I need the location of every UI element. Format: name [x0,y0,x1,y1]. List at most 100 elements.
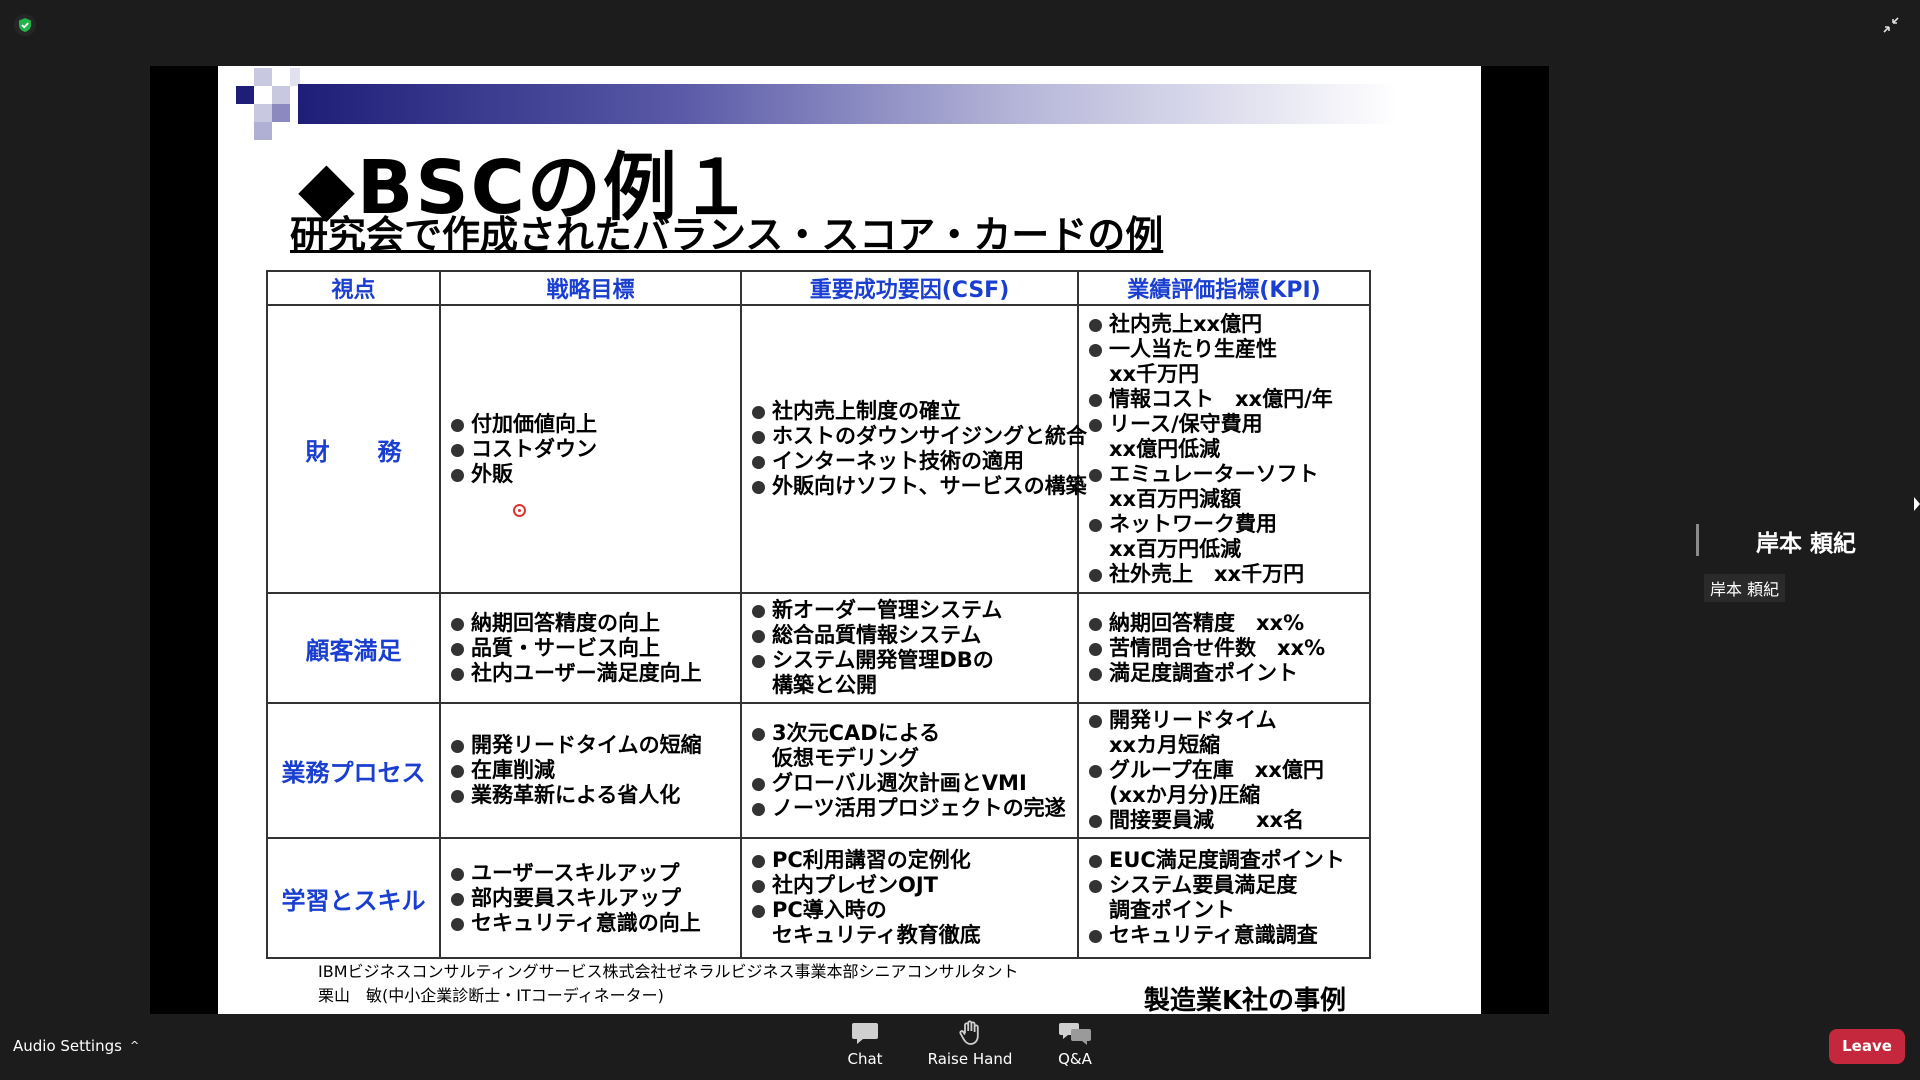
objectives-cell: 納期回答精度の向上 品質・サービス向上 社内ユーザー満足度向上 [439,592,742,704]
column-header: 重要成功要因(CSF) [740,270,1079,306]
bsc-table: 視点 戦略目標 重要成功要因(CSF) 業績評価指標(KPI) 財 務 付加価値… [266,270,1371,959]
list-item: 一人当たり生産性 [1087,337,1361,362]
list-item: システム開発管理DBの [750,648,1069,673]
slide-subtitle: 研究会で作成されたバランス・スコア・カードの例 [290,213,1164,257]
presentation-slide: ◆BSCの例１ 研究会で作成されたバランス・スコア・カードの例 視点 戦略目標 … [218,66,1481,1014]
list-item: 社内売上制度の確立 [750,399,1069,424]
kpi-cell: 開発リードタイム xxカ月短縮 グループ在庫 xx億円 (xxか月分)圧縮 間接… [1077,702,1371,839]
column-header: 視点 [266,270,441,306]
list-item-continuation: xx百万円低減 [1109,536,1242,561]
raise-hand-button[interactable]: Raise Hand [925,1020,1015,1068]
list-item: 在庫削減 [449,758,732,783]
list-item-continuation: xxカ月短縮 [1109,733,1221,757]
chat-icon [852,1023,878,1044]
leave-button[interactable]: Leave [1829,1029,1905,1064]
list-item: 社内ユーザー満足度向上 [449,661,732,686]
chat-button[interactable]: Chat [820,1020,910,1068]
list-item: コストダウン [449,437,732,462]
credit-line: IBMビジネスコンサルティングサービス株式会社ゼネラルビジネス事業本部シニアコン… [318,962,1019,981]
mouse-cursor-icon [1914,497,1920,511]
list-item: ユーザースキルアップ [449,861,732,886]
chat-label: Chat [847,1050,883,1068]
audio-settings-button[interactable]: Audio Settings ^ [13,1037,139,1055]
table-row: 業務プロセス 開発リードタイムの短縮 在庫削減 業務革新による省人化 3次元CA… [266,702,1371,839]
list-item: セキュリティ意識の向上 [449,911,732,936]
list-item: 社外売上 xx千万円 [1087,562,1361,587]
list-item: EUC満足度調査ポイント [1087,848,1361,873]
list-item: 開発リードタイムの短縮 [449,733,732,758]
table-row: 財 務 付加価値向上 コストダウン 外販 社内売上制度の確立 ホストのダウンサイ… [266,304,1371,594]
table-row: 学習とスキル ユーザースキルアップ 部内要員スキルアップ セキュリティ意識の向上… [266,837,1371,959]
list-item: グループ在庫 xx億円 [1087,758,1361,783]
audio-settings-label: Audio Settings [13,1037,122,1055]
list-item: ノーツ活用プロジェクトの完遂 [750,796,1069,821]
table-header-row: 視点 戦略目標 重要成功要因(CSF) 業績評価指標(KPI) [266,270,1371,306]
list-item: 納期回答精度の向上 [449,611,732,636]
kpi-cell: 納期回答精度 xx% 苦情問合せ件数 xx% 満足度調査ポイント [1077,592,1371,704]
table-row: 顧客満足 納期回答精度の向上 品質・サービス向上 社内ユーザー満足度向上 新オー… [266,592,1371,704]
list-item-continuation: 調査ポイント [1109,898,1235,922]
list-item: エミュレーターソフト [1087,462,1361,487]
list-item: 社内プレゼンOJT [750,873,1069,898]
list-item: 3次元CADによる [750,721,1069,746]
list-item: 納期回答精度 xx% [1087,611,1361,636]
list-item: 総合品質情報システム [750,623,1069,648]
list-item: グローバル週次計画とVMI [750,771,1069,796]
laser-pointer-icon [513,504,526,517]
list-item-continuation: セキュリティ教育徹底 [772,923,981,947]
column-header: 業績評価指標(KPI) [1077,270,1371,306]
column-header: 戦略目標 [439,270,742,306]
objectives-cell: 開発リードタイムの短縮 在庫削減 業務革新による省人化 [439,702,742,839]
list-item: セキュリティ意識調査 [1087,923,1361,948]
panel-resize-handle[interactable] [1696,524,1699,556]
list-item: 外販 [449,462,732,487]
list-item-continuation: xx千万円 [1109,361,1200,386]
raise-hand-label: Raise Hand [927,1050,1013,1068]
list-item-continuation: 仮想モデリング [772,745,919,770]
perspective-cell: 財 務 [266,304,441,594]
chevron-up-icon: ^ [129,1039,140,1052]
csf-cell: 社内売上制度の確立 ホストのダウンサイジングと統合 インターネット技術の適用 外… [740,304,1087,594]
list-item: ネットワーク費用 [1087,512,1361,537]
list-item: ホストのダウンサイジングと統合 [750,424,1087,449]
qa-label: Q&A [1058,1050,1092,1068]
objectives-cell: 付加価値向上 コストダウン 外販 [439,304,742,594]
list-item: 部内要員スキルアップ [449,886,732,911]
perspective-cell: 学習とスキル [266,837,441,959]
participant-name: 岸本 頼紀 [1756,531,1857,557]
list-item: 付加価値向上 [449,412,732,437]
list-item: 満足度調査ポイント [1087,661,1361,686]
objectives-cell: ユーザースキルアップ 部内要員スキルアップ セキュリティ意識の向上 [439,837,742,959]
csf-cell: 3次元CADによる 仮想モデリング グローバル週次計画とVMI ノーツ活用プロジ… [740,702,1079,839]
list-item: PC利用講習の定例化 [750,848,1069,873]
slide-header-bar [298,84,1398,124]
exit-fullscreen-icon[interactable] [1880,14,1902,36]
list-item: 苦情問合せ件数 xx% [1087,636,1361,661]
qa-icon [1059,1023,1091,1045]
list-item: 間接要員減 xx名 [1087,808,1361,833]
list-item: 開発リードタイム [1087,708,1361,733]
qa-button[interactable]: Q&A [1030,1020,1120,1068]
case-label: 製造業K社の事例 [1143,986,1346,1014]
list-item: 新オーダー管理システム [750,598,1069,623]
list-item-continuation: xx億円低減 [1109,436,1221,461]
list-item: システム要員満足度 [1087,873,1361,898]
list-item: 外販向けソフト、サービスの構築 [750,474,1087,499]
kpi-cell: EUC満足度調査ポイント システム要員満足度 調査ポイント セキュリティ意識調査 [1077,837,1371,959]
credit-line: 栗山 敏(中小企業診断士・ITコーディネーター) [318,986,664,1005]
perspective-cell: 業務プロセス [266,702,441,839]
list-item: 品質・サービス向上 [449,636,732,661]
list-item-continuation: xx百万円減額 [1109,486,1242,511]
slide-credit: IBMビジネスコンサルティングサービス株式会社ゼネラルビジネス事業本部シニアコン… [318,960,1019,1008]
slide-decoration [218,66,300,141]
csf-cell: 新オーダー管理システム 総合品質情報システム システム開発管理DBの 構築と公開 [740,592,1079,704]
list-item-continuation: (xxか月分)圧縮 [1109,783,1261,807]
list-item-continuation: 構築と公開 [772,673,877,697]
csf-cell: PC利用講習の定例化 社内プレゼンOJT PC導入時の セキュリティ教育徹底 [740,837,1079,959]
kpi-cell: 社内売上xx億円 一人当たり生産性 xx千万円 情報コスト xx億円/年 リース… [1077,304,1371,594]
perspective-cell: 顧客満足 [266,592,441,704]
list-item: リース/保守費用 [1087,412,1361,437]
list-item: 情報コスト xx億円/年 [1087,387,1361,412]
list-item: PC導入時の [750,898,1069,923]
shield-check-icon[interactable] [14,14,36,36]
